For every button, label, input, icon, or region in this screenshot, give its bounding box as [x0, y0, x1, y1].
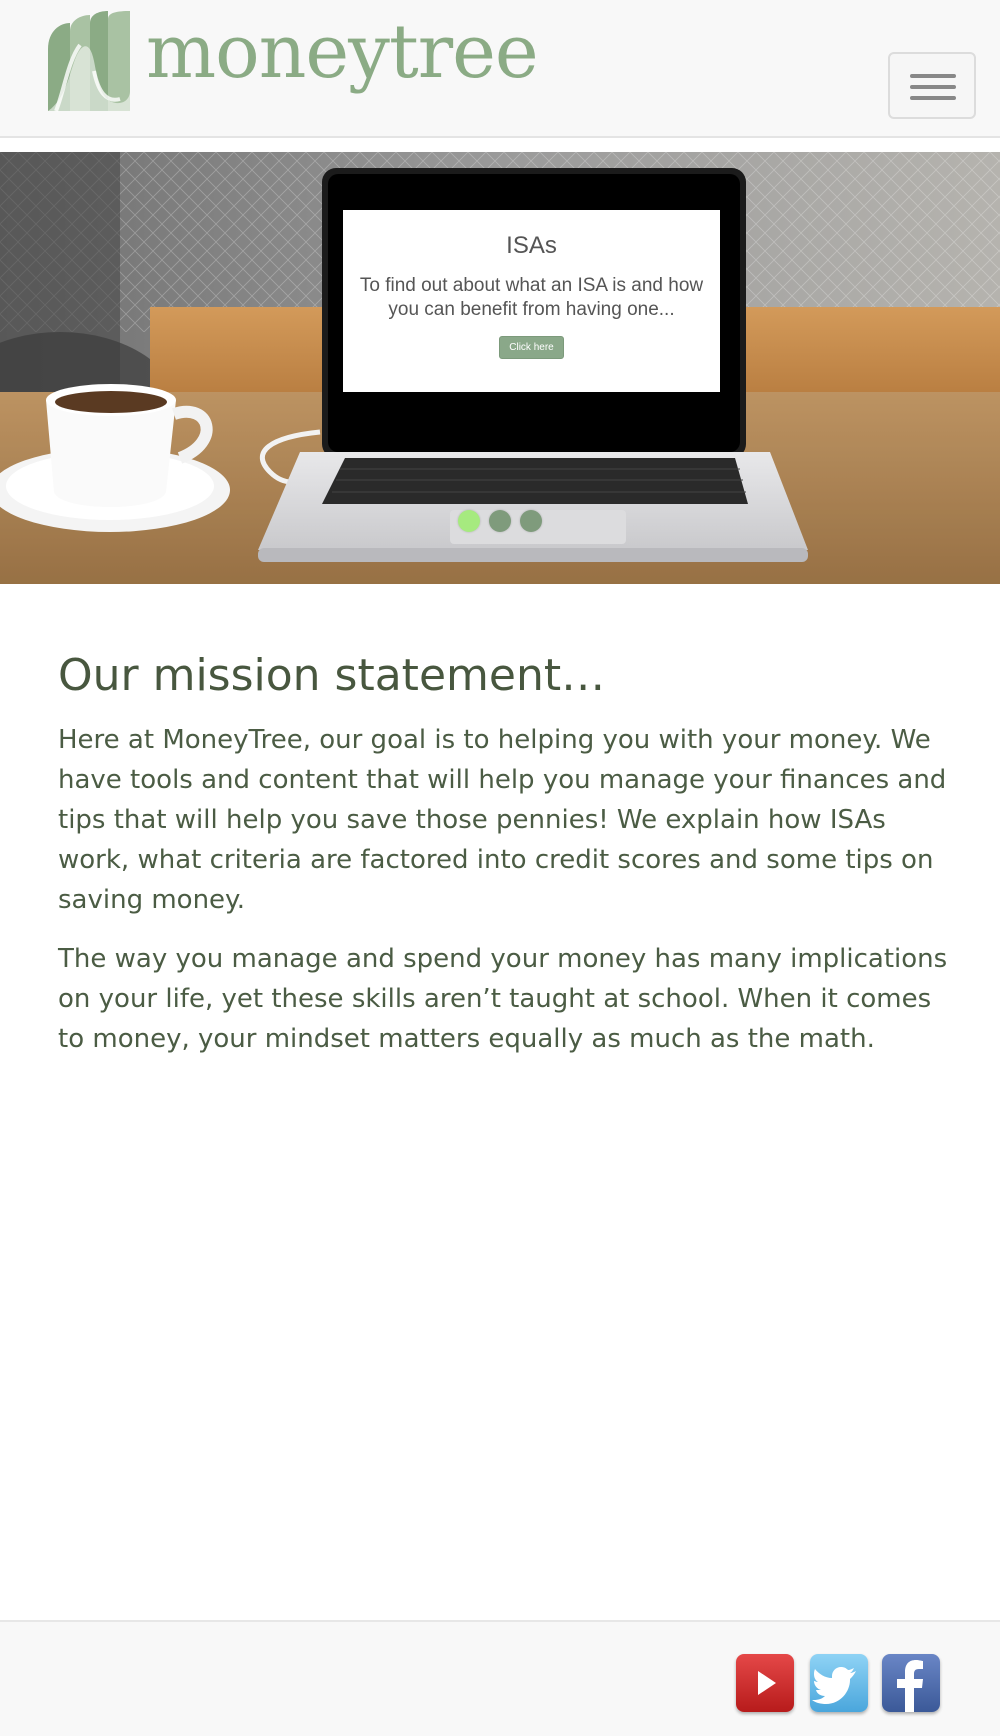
- hamburger-line-icon: [910, 85, 956, 89]
- mission-heading: Our mission statement…: [58, 650, 606, 701]
- navbar: moneytree: [0, 0, 1000, 138]
- footer: [0, 1620, 1000, 1736]
- slide-title: ISAs: [506, 232, 557, 259]
- facebook-link[interactable]: [882, 1654, 940, 1712]
- youtube-icon: [758, 1671, 776, 1695]
- mission-paragraph: The way you manage and spend your money …: [58, 944, 948, 1054]
- hero-carousel[interactable]: ISAs To find out about what an ISA is an…: [0, 152, 1000, 584]
- slide-description: To find out about what an ISA is and how…: [359, 275, 704, 320]
- youtube-link[interactable]: [736, 1654, 794, 1712]
- carousel-indicators: [458, 510, 542, 532]
- menu-toggle-button[interactable]: [888, 52, 976, 119]
- brand-name: moneytree: [146, 9, 539, 95]
- twitter-icon: [812, 1667, 856, 1704]
- brand-logo[interactable]: moneytree: [46, 9, 539, 114]
- twitter-link[interactable]: [810, 1654, 868, 1712]
- carousel-indicator[interactable]: [458, 510, 480, 532]
- carousel-slide-card: ISAs To find out about what an ISA is an…: [343, 210, 720, 392]
- slide-click-here-button[interactable]: Click here: [499, 336, 564, 359]
- mission-section: Our mission statement… Here at MoneyTree…: [58, 650, 958, 1078]
- carousel-indicator[interactable]: [520, 510, 542, 532]
- hamburger-line-icon: [910, 96, 956, 100]
- hamburger-line-icon: [910, 74, 956, 78]
- moneytree-logo-icon: [48, 11, 130, 112]
- facebook-icon: [897, 1660, 923, 1712]
- mission-paragraph: Here at MoneyTree, our goal is to helpin…: [58, 725, 947, 915]
- carousel-indicator[interactable]: [489, 510, 511, 532]
